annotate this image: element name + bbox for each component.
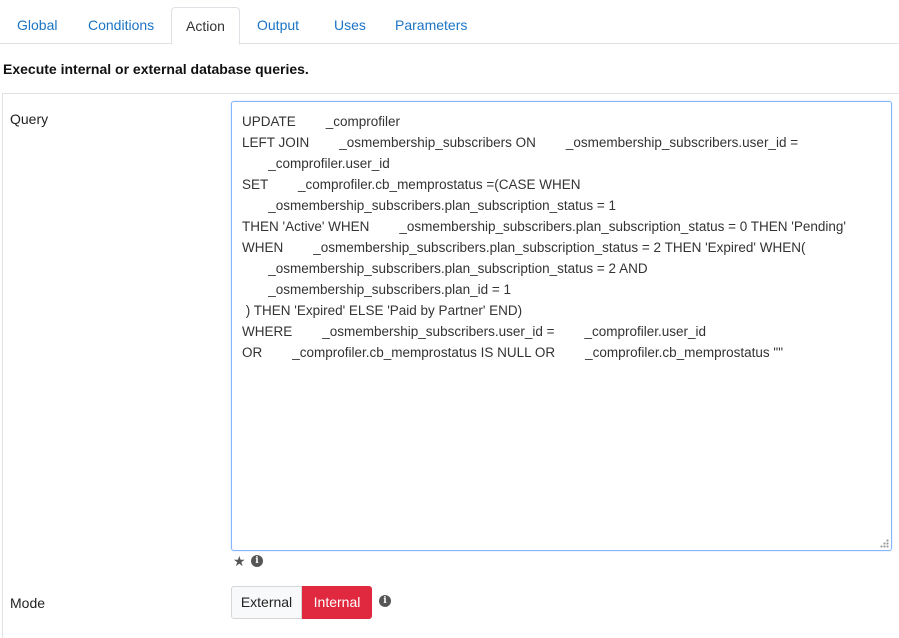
mode-external-button[interactable]: External xyxy=(231,586,302,619)
resize-handle-icon[interactable] xyxy=(880,539,889,548)
mode-internal-button[interactable]: Internal xyxy=(302,586,372,619)
query-label: Query xyxy=(10,111,49,127)
tab-output[interactable]: Output xyxy=(257,7,299,44)
query-text[interactable]: UPDATE _comprofiler LEFT JOIN _osmembers… xyxy=(242,111,883,363)
info-icon[interactable]: i xyxy=(251,555,263,567)
tab-conditions[interactable]: Conditions xyxy=(88,7,154,44)
star-icon[interactable]: ★ xyxy=(233,554,247,568)
mode-info-icon[interactable]: i xyxy=(379,595,391,607)
query-textarea[interactable]: UPDATE _comprofiler LEFT JOIN _osmembers… xyxy=(231,101,892,551)
mode-label: Mode xyxy=(10,595,46,611)
tab-uses[interactable]: Uses xyxy=(334,7,366,44)
tab-parameters[interactable]: Parameters xyxy=(395,7,467,44)
tab-bar: Global Conditions Action Output Uses Par… xyxy=(0,0,899,45)
action-description: Execute internal or external database qu… xyxy=(3,61,309,77)
tab-global[interactable]: Global xyxy=(17,7,57,44)
tab-action[interactable]: Action xyxy=(171,7,240,45)
